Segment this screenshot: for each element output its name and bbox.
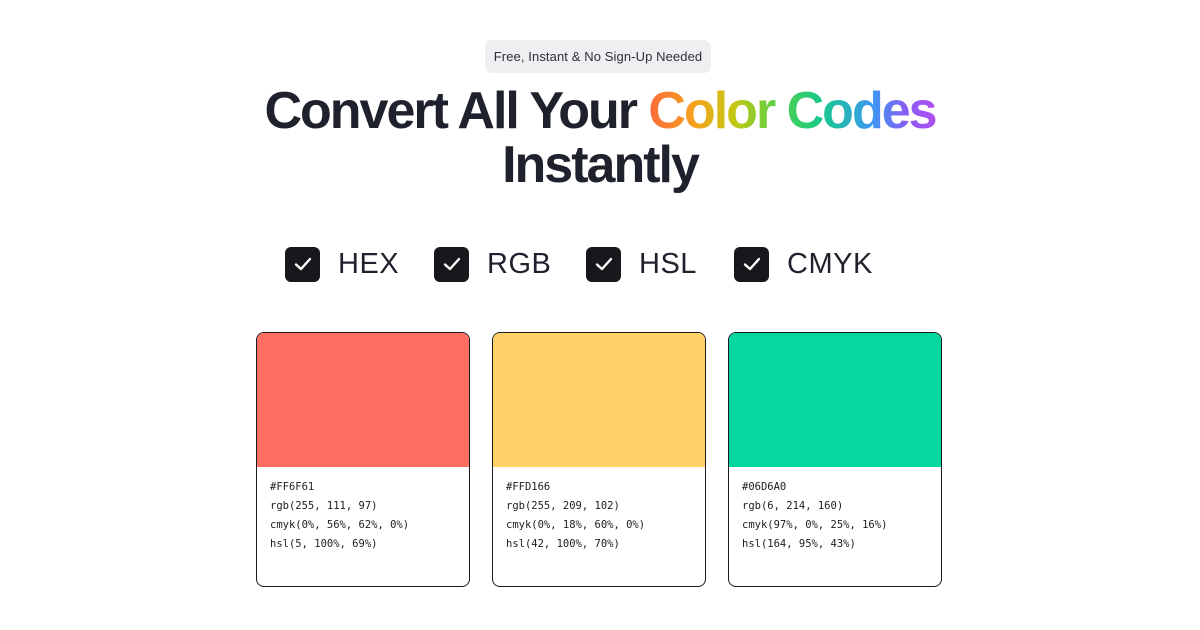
color-values: #FF6F61 rgb(255, 111, 97) cmyk(0%, 56%, … [257,467,469,554]
hsl-checkbox[interactable] [586,246,621,282]
page-title-prefix: Convert All Your [264,82,649,140]
checkmark-icon [443,257,460,271]
hex-value: #FF6F61 [270,481,315,493]
color-swatch[interactable] [257,333,469,467]
hsl-value: hsl(164, 95%, 43%) [742,538,856,550]
color-card-2[interactable]: #FFD166 rgb(255, 209, 102) cmyk(0%, 18%,… [492,332,706,587]
color-values: #FFD166 rgb(255, 209, 102) cmyk(0%, 18%,… [493,467,705,554]
page-title-highlight: Color Codes [648,82,937,140]
feature-badge-text: Free, Instant & No Sign-Up Needed [493,49,703,64]
checkmark-icon [595,257,612,271]
feature-badge: Free, Instant & No Sign-Up Needed [485,40,711,73]
hex-label: HEX [338,247,400,280]
hex-value: #06D6A0 [742,481,787,493]
format-option-hsl[interactable]: HSL [586,245,697,283]
rgb-value: rgb(255, 111, 97) [270,500,378,512]
format-options: HEX RGB HSL CMYK [0,245,1200,285]
format-option-hex[interactable]: HEX [285,245,399,283]
hsl-value: hsl(5, 100%, 69%) [270,538,378,550]
page-title-line-2: Instantly [502,136,700,194]
cmyk-label: CMYK [787,247,873,280]
rgb-value: rgb(6, 214, 160) [742,500,844,512]
hex-value: #FFD166 [506,481,551,493]
page: Free, Instant & No Sign-Up Needed Conver… [0,0,1200,630]
cmyk-value: cmyk(0%, 56%, 62%, 0%) [270,519,410,531]
cmyk-checkbox[interactable] [734,246,769,282]
color-values: #06D6A0 rgb(6, 214, 160) cmyk(97%, 0%, 2… [729,467,941,554]
hsl-label: HSL [639,247,697,280]
color-swatch[interactable] [729,333,941,467]
cmyk-value: cmyk(97%, 0%, 25%, 16%) [742,519,888,531]
hsl-value: hsl(42, 100%, 70%) [506,538,620,550]
color-card-1[interactable]: #FF6F61 rgb(255, 111, 97) cmyk(0%, 56%, … [256,332,470,587]
checkmark-icon [743,257,760,271]
format-option-cmyk[interactable]: CMYK [734,245,873,283]
checkmark-icon [294,257,311,271]
cmyk-value: cmyk(0%, 18%, 60%, 0%) [506,519,646,531]
rgb-label: RGB [487,247,552,280]
format-option-rgb[interactable]: RGB [434,245,551,283]
rgb-checkbox[interactable] [434,246,469,282]
rgb-value: rgb(255, 209, 102) [506,500,620,512]
color-swatch[interactable] [493,333,705,467]
page-title-line-1: Convert All Your Color Codes [0,84,1200,138]
color-card-3[interactable]: #06D6A0 rgb(6, 214, 160) cmyk(97%, 0%, 2… [728,332,942,587]
page-title: Convert All Your Color Codes Instantly [0,84,1200,192]
hex-checkbox[interactable] [285,246,320,282]
